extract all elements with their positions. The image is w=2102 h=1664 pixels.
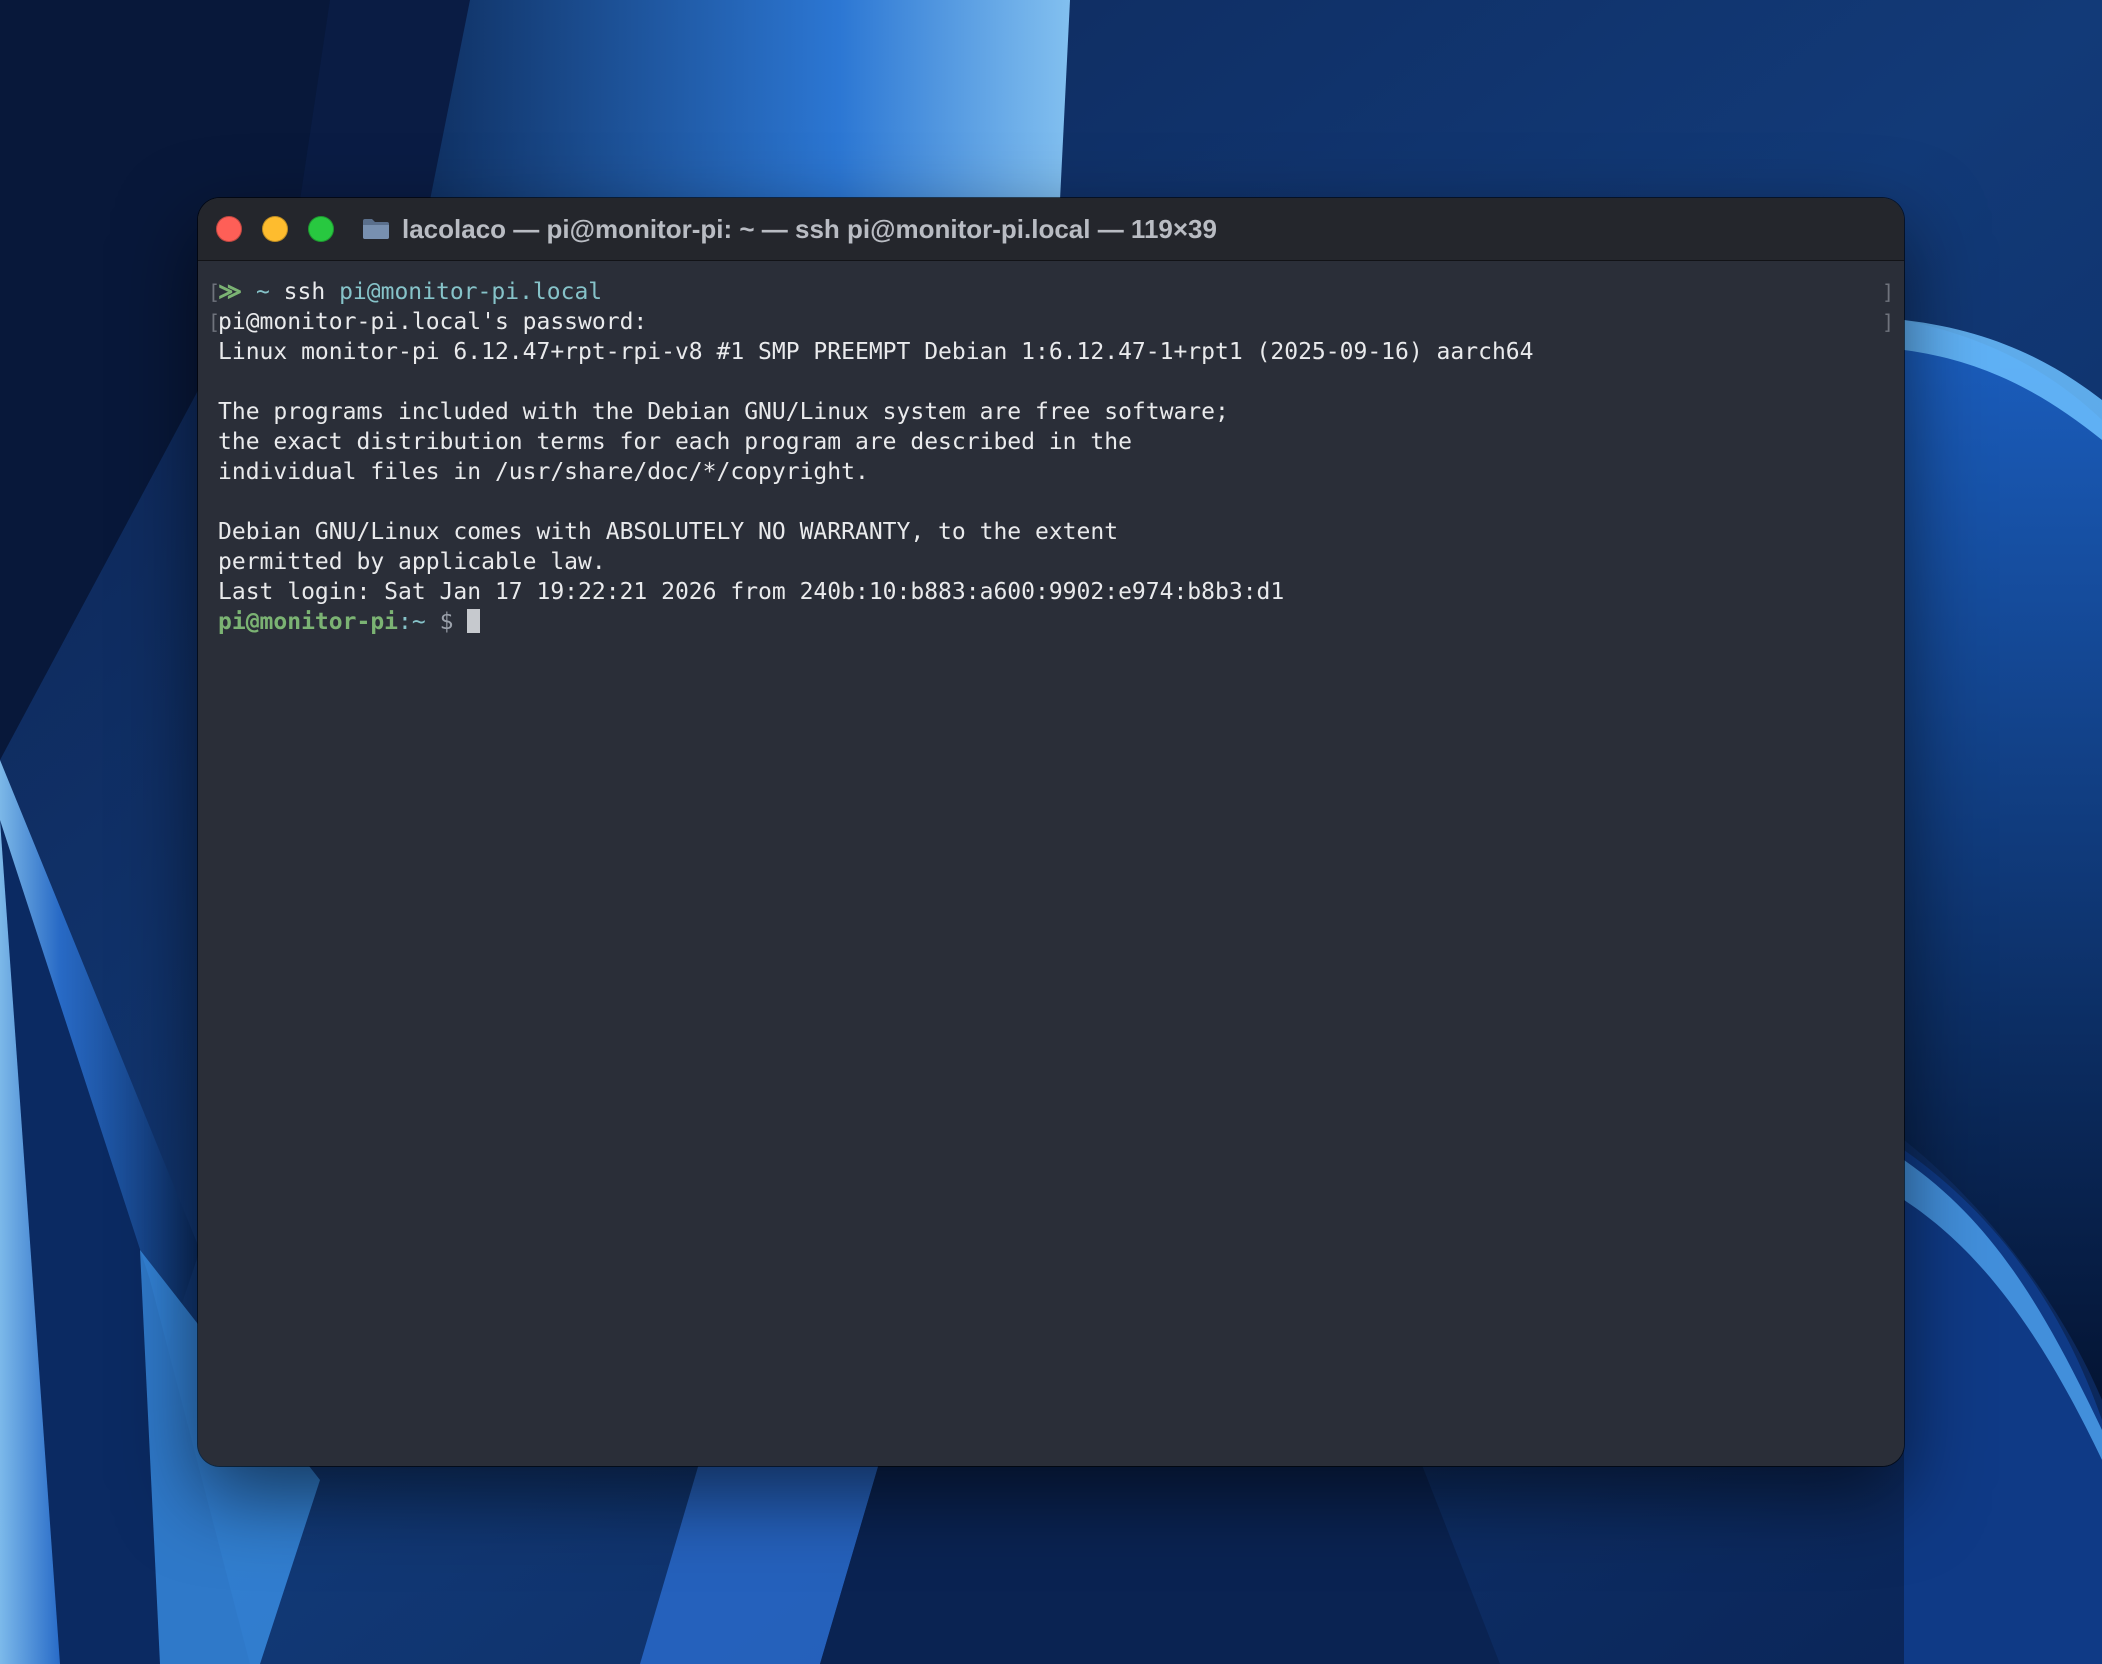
warranty-line-1: Debian GNU/Linux comes with ABSOLUTELY N… [218, 519, 1119, 545]
window-title: lacolaco — pi@monitor-pi: ~ — ssh pi@mon… [402, 214, 1217, 244]
close-button[interactable] [216, 216, 242, 242]
last-login-line: Last login: Sat Jan 17 19:22:21 2026 fro… [218, 579, 1285, 605]
prompt-symbol: ≫ [218, 279, 243, 305]
motd-line-2: the exact distribution terms for each pr… [218, 429, 1132, 455]
motd-line-3: individual files in /usr/share/doc/*/cop… [218, 459, 869, 485]
minimize-button[interactable] [262, 216, 288, 242]
mark-bracket-right: ] [1882, 310, 1895, 334]
shell-prompt-line[interactable]: pi@monitor-pi:~ $ [218, 607, 481, 637]
password-prompt: pi@monitor-pi.local's password: [218, 309, 648, 335]
shell-user-host: pi@monitor-pi [218, 609, 399, 635]
command-argument: pi@monitor-pi.local [339, 279, 603, 305]
zoom-button[interactable] [308, 216, 334, 242]
motd-line-1: The programs included with the Debian GN… [218, 399, 1229, 425]
title-bar[interactable]: lacolaco — pi@monitor-pi: ~ — ssh pi@mon… [198, 198, 1904, 261]
shell-path: :~ [398, 609, 426, 635]
text-cursor [467, 609, 481, 633]
warranty-line-2: permitted by applicable law. [218, 549, 606, 575]
terminal-window[interactable]: lacolaco — pi@monitor-pi: ~ — ssh pi@mon… [198, 198, 1904, 1466]
command-name: ssh [283, 279, 326, 305]
folder-icon [363, 219, 389, 239]
shell-symbol: $ [439, 609, 454, 635]
prompt-dir: ~ [255, 279, 270, 305]
command-line: ≫ ~ ssh pi@monitor-pi.local [218, 277, 602, 307]
terminal-content[interactable]: [ ] [ ] ≫ ~ ssh pi@monitor-pi.local pi@m… [198, 261, 1904, 1466]
uname-line: Linux monitor-pi 6.12.47+rpt-rpi-v8 #1 S… [218, 339, 1534, 365]
mark-bracket-right: ] [1882, 280, 1895, 304]
